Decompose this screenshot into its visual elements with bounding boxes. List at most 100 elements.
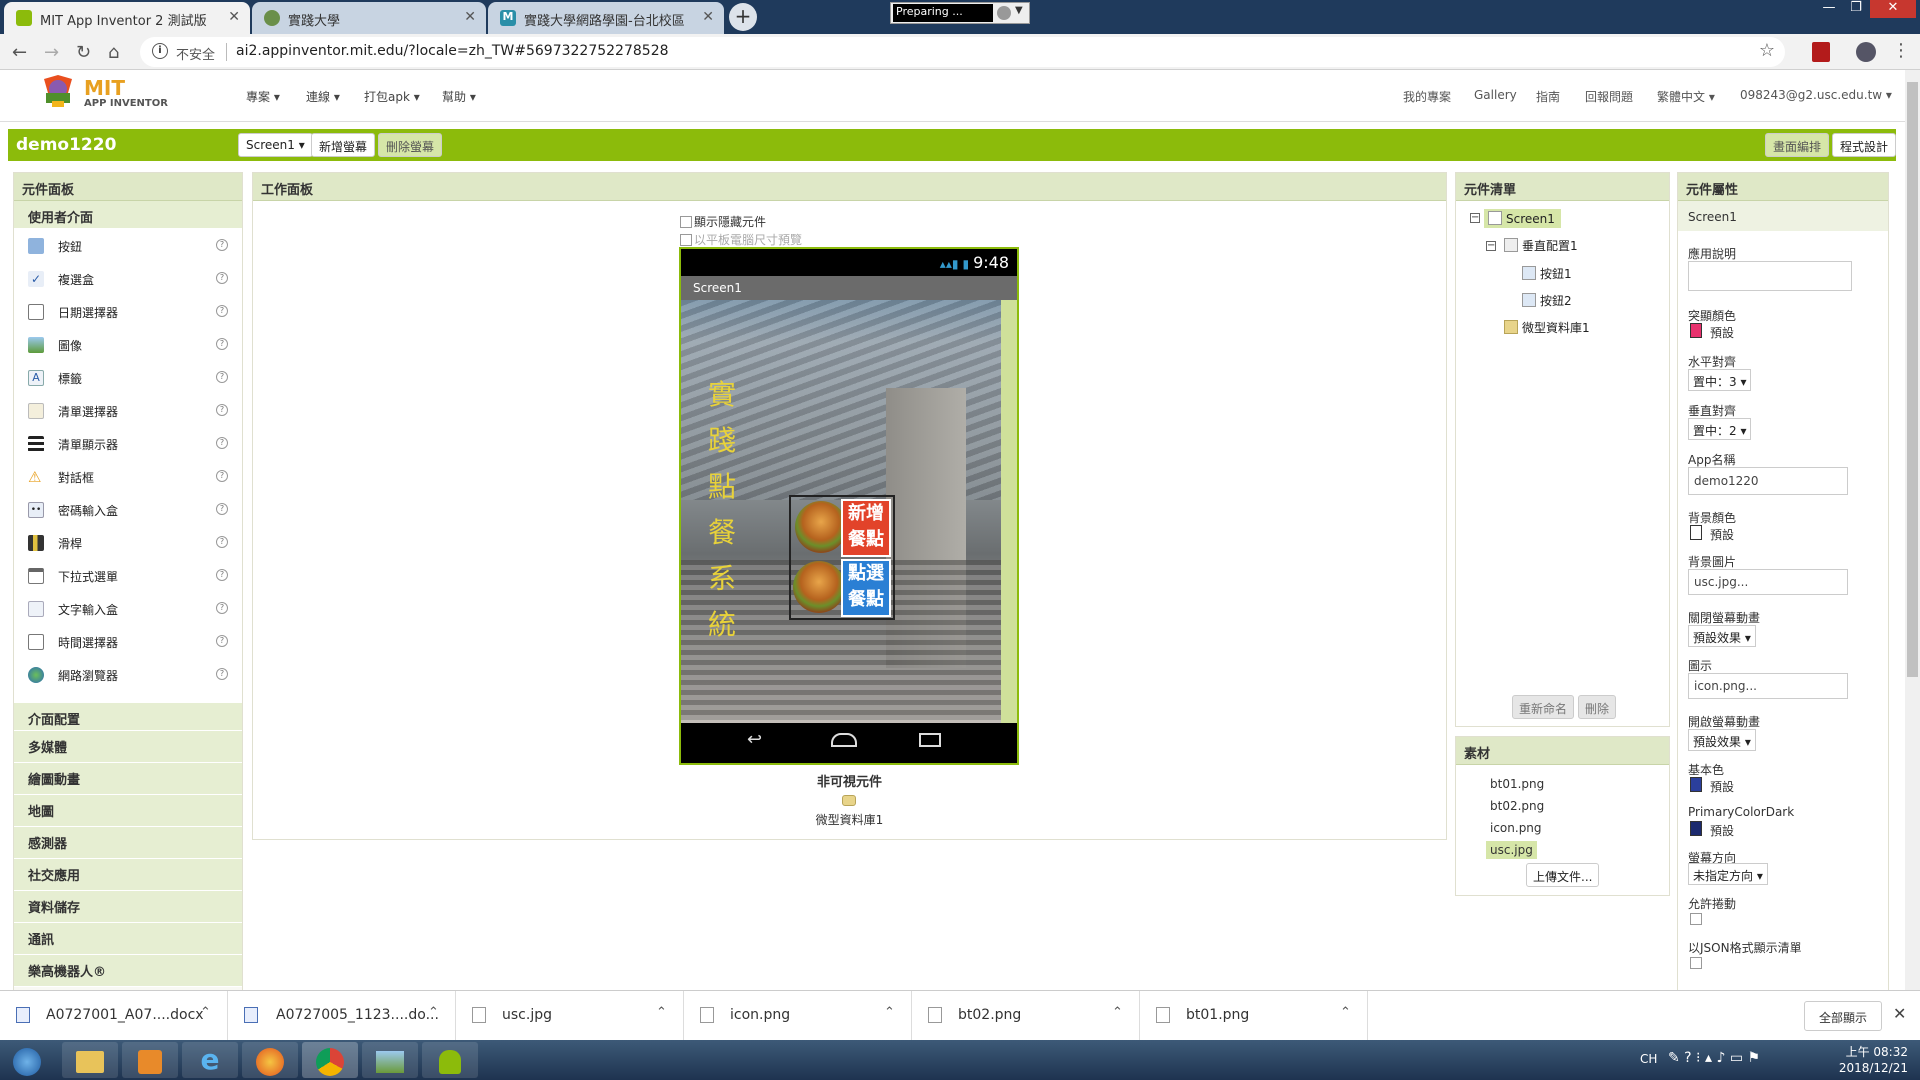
- menu-guide[interactable]: 指南: [1536, 88, 1560, 105]
- remove-screen-button[interactable]: 刪除螢幕: [378, 133, 443, 157]
- file-explorer-icon[interactable]: [62, 1042, 118, 1078]
- media-file[interactable]: bt01.png: [1490, 777, 1544, 791]
- download-item[interactable]: usc.jpg ⌃: [456, 991, 684, 1041]
- palette-item-label[interactable]: A 標籤?: [14, 361, 242, 394]
- palette-group-lego[interactable]: 樂高機器人®: [14, 955, 242, 987]
- close-anim-dropdown[interactable]: 預設效果 ▾: [1688, 625, 1756, 647]
- menu-language[interactable]: 繁體中文 ▾: [1657, 88, 1715, 105]
- tree-node-vertical-arrangement[interactable]: 垂直配置1: [1504, 237, 1578, 254]
- input-language[interactable]: CH: [1640, 1052, 1657, 1066]
- url-field[interactable]: i 不安全 ai2.appinventor.mit.edu/?locale=zh…: [140, 37, 1785, 67]
- select-meal-button[interactable]: 點選 餐點: [841, 559, 891, 617]
- close-tab-icon[interactable]: ✕: [228, 9, 240, 25]
- palette-item-slider[interactable]: 滑桿?: [14, 526, 242, 559]
- palette-item-listview[interactable]: 清單顯示器?: [14, 427, 242, 460]
- about-textarea[interactable]: [1688, 261, 1852, 291]
- system-clock[interactable]: 上午 08:32 2018/12/21: [1839, 1044, 1908, 1076]
- download-item[interactable]: A0727001_A07....docx ⌃: [0, 991, 228, 1041]
- palette-group-maps[interactable]: 地圖: [14, 795, 242, 827]
- orientation-dropdown[interactable]: 未指定方向 ▾: [1688, 863, 1768, 885]
- checkbox[interactable]: [680, 216, 692, 228]
- tree-node-button2[interactable]: 按鈕2: [1522, 292, 1572, 309]
- blocks-button[interactable]: 程式設計: [1832, 133, 1896, 157]
- chevron-up-icon[interactable]: ⌃: [200, 1005, 211, 1020]
- palette-group-social[interactable]: 社交應用: [14, 859, 242, 891]
- add-screen-button[interactable]: 新增螢幕: [311, 133, 376, 157]
- show-hidden-checkbox[interactable]: 顯示隱藏元件: [680, 213, 766, 230]
- download-item[interactable]: A0727005_1123....do... ⌃: [228, 991, 456, 1041]
- download-item[interactable]: icon.png ⌃: [684, 991, 912, 1041]
- palette-item-textbox[interactable]: 文字輸入盒?: [14, 592, 242, 625]
- home-icon[interactable]: ⌂: [108, 42, 119, 63]
- new-tab-button[interactable]: +: [729, 3, 757, 31]
- open-anim-dropdown[interactable]: 預設效果 ▾: [1688, 729, 1756, 751]
- reload-icon[interactable]: ↻: [76, 42, 91, 63]
- palette-item-spinner[interactable]: 下拉式選單?: [14, 559, 242, 592]
- close-tab-icon[interactable]: ✕: [702, 9, 714, 25]
- palette-item-webviewer[interactable]: 網路瀏覽器?: [14, 658, 242, 691]
- tree-node-tinydb[interactable]: 微型資料庫1: [1504, 319, 1590, 336]
- chevron-up-icon[interactable]: ⌃: [1340, 1005, 1351, 1020]
- delete-button[interactable]: 刪除: [1578, 695, 1617, 719]
- tab-usc[interactable]: 實踐大學 ✕: [252, 2, 486, 34]
- primary-dark-value[interactable]: 預設: [1710, 822, 1734, 839]
- designer-button[interactable]: 畫面編排: [1765, 133, 1830, 157]
- chevron-up-icon[interactable]: ⌃: [656, 1005, 667, 1020]
- forward-icon[interactable]: →: [44, 42, 59, 63]
- tree-node-button1[interactable]: 按鈕1: [1522, 265, 1572, 282]
- checkbox[interactable]: [680, 234, 692, 246]
- show-all-downloads-button[interactable]: 全部顯示: [1804, 1001, 1883, 1031]
- menu-build[interactable]: 打包apk ▾: [364, 88, 420, 105]
- primary-dark-swatch[interactable]: [1690, 821, 1702, 836]
- info-icon[interactable]: i: [152, 43, 168, 59]
- close-tab-icon[interactable]: ✕: [464, 9, 476, 25]
- vertical-arrangement[interactable]: 新增 餐點 點選 餐點: [789, 495, 895, 620]
- android-icon[interactable]: [422, 1042, 478, 1078]
- palette-item-checkbox[interactable]: ✓ 複選盒?: [14, 262, 242, 295]
- tree-node-screen1[interactable]: Screen1: [1484, 209, 1561, 228]
- bg-color-value[interactable]: 預設: [1710, 526, 1734, 543]
- app-name-input[interactable]: demo1220: [1688, 467, 1848, 495]
- json-list-checkbox[interactable]: [1690, 957, 1702, 969]
- rename-button[interactable]: 重新命名: [1512, 695, 1575, 719]
- chevron-down-icon[interactable]: ▼: [1015, 5, 1023, 16]
- download-item[interactable]: bt01.png ⌃: [1140, 991, 1368, 1041]
- tab-usc-elearning[interactable]: M 實踐大學網路學園-台北校區 ✕: [488, 2, 724, 34]
- media-file[interactable]: bt02.png: [1490, 799, 1544, 813]
- menu-report-issue[interactable]: 回報問題: [1585, 88, 1633, 105]
- image-viewer-icon[interactable]: [362, 1042, 418, 1078]
- palette-item-button[interactable]: 按鈕?: [14, 229, 242, 262]
- accent-color-swatch[interactable]: [1690, 323, 1702, 338]
- profile-avatar[interactable]: [1856, 42, 1876, 62]
- tab-app-inventor[interactable]: MIT App Inventor 2 測試版 ✕: [4, 2, 250, 34]
- background-image[interactable]: 實 踐 點 餐 系 統 新增 餐點 點選 餐點: [681, 300, 1001, 723]
- vertical-align-dropdown[interactable]: 置中：2 ▾: [1688, 418, 1752, 440]
- palette-item-datepicker[interactable]: 日期選擇器?: [14, 295, 242, 328]
- menu-my-projects[interactable]: 我的專案: [1403, 88, 1451, 105]
- horizontal-align-dropdown[interactable]: 置中：3 ▾: [1688, 369, 1752, 391]
- help-icon[interactable]: ?: [216, 503, 228, 515]
- palette-item-passwordtextbox[interactable]: •• 密碼輸入盒?: [14, 493, 242, 526]
- chevron-up-icon[interactable]: ⌃: [1112, 1005, 1123, 1020]
- start-button-icon[interactable]: [0, 1042, 54, 1078]
- chrome-icon[interactable]: [302, 1042, 358, 1078]
- help-icon[interactable]: ?: [216, 272, 228, 284]
- menu-connect[interactable]: 連線 ▾: [306, 88, 340, 105]
- primary-color-swatch[interactable]: [1690, 777, 1702, 792]
- app-inventor-logo-icon[interactable]: [38, 75, 78, 109]
- help-icon[interactable]: ?: [216, 569, 228, 581]
- menu-account[interactable]: 098243@g2.usc.edu.tw ▾: [1740, 88, 1892, 102]
- palette-group-media[interactable]: 多媒體: [14, 731, 242, 763]
- help-icon[interactable]: ?: [216, 404, 228, 416]
- internet-explorer-icon[interactable]: e: [182, 1042, 238, 1078]
- palette-group-connectivity[interactable]: 通訊: [14, 923, 242, 955]
- upload-file-button[interactable]: 上傳文件...: [1526, 863, 1600, 887]
- help-icon[interactable]: ?: [216, 668, 228, 680]
- page-scrollbar-thumb[interactable]: [1907, 82, 1918, 677]
- help-icon[interactable]: ?: [216, 371, 228, 383]
- minimize-button[interactable]: —: [1816, 0, 1842, 18]
- help-icon[interactable]: ?: [216, 338, 228, 350]
- help-icon[interactable]: ?: [216, 437, 228, 449]
- palette-group-drawing[interactable]: 繪圖動畫: [14, 763, 242, 795]
- record-icon[interactable]: [997, 6, 1011, 20]
